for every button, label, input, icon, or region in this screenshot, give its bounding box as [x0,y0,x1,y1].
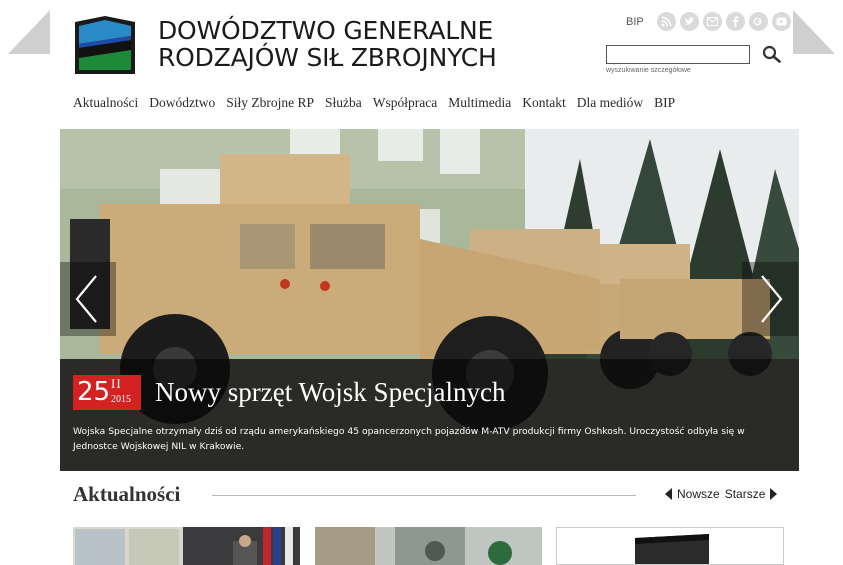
site-title[interactable]: DOWÓDZTWO GENERALNE RODZAJÓW SIŁ ZBROJNY… [158,17,497,71]
main-nav: Aktualności Dowództwo Siły Zbrojne RP Sł… [73,95,675,111]
slide-description: Wojska Specjalne otrzymały dziś od rządu… [73,426,745,452]
nav-item-bip[interactable]: BIP [654,95,675,111]
slide-date-month: II [111,376,122,391]
nav-item-dla-mediow[interactable]: Dla mediów [577,95,643,111]
slide-date-year: 2015 [111,394,131,405]
advanced-search-link[interactable]: wyszukiwanie szczegółowe [606,67,691,74]
nav-item-dowodztwo[interactable]: Dowództwo [149,95,215,111]
twitter-icon[interactable] [680,12,699,31]
google-plus-icon[interactable] [749,12,768,31]
search-input[interactable] [606,45,750,64]
slide-caption [60,359,799,471]
nav-item-aktualnosci[interactable]: Aktualności [73,95,138,111]
nav-item-sily-zbrojne-rp[interactable]: Siły Zbrojne RP [226,95,314,111]
slider-prev-arrow-icon[interactable] [60,262,116,336]
news-thumbnail-1[interactable] [73,527,300,565]
news-thumbnail-2[interactable] [315,527,542,565]
news-thumbnail-3[interactable] [556,527,784,565]
social-icons [657,12,791,31]
youtube-icon[interactable] [772,12,791,31]
nav-item-multimedia[interactable]: Multimedia [448,95,511,111]
next-page-arrow-icon[interactable] [793,10,835,54]
slide-date-badge: 25 II 2015 [73,375,141,410]
rss-icon[interactable] [657,12,676,31]
slide-date-day: 25 [77,377,111,407]
nav-item-kontakt[interactable]: Kontakt [522,95,566,111]
older-button[interactable]: Starsze [725,487,766,501]
site-logo[interactable] [73,14,137,76]
news-pager: Nowsze Starsze [665,487,778,501]
triangle-left-icon [665,488,672,500]
nav-item-sluzba[interactable]: Służba [325,95,362,111]
facebook-icon[interactable] [726,12,745,31]
search-icon[interactable] [761,44,783,66]
section-divider [212,495,636,496]
slide-title[interactable]: Nowy sprzęt Wojsk Specjalnych [155,377,506,408]
triangle-right-icon [770,488,778,500]
slider-next-arrow-icon[interactable] [742,262,798,336]
news-section-title: Aktualności [73,482,181,506]
site-title-line-1: DOWÓDZTWO GENERALNE [158,16,494,45]
newer-button[interactable]: Nowsze [677,487,720,501]
previous-page-arrow-icon[interactable] [8,10,50,54]
nav-item-wspolpraca[interactable]: Współpraca [373,95,437,111]
site-title-line-2: RODZAJÓW SIŁ ZBROJNYCH [158,43,497,72]
bip-header-link[interactable]: BIP [626,16,644,28]
email-icon[interactable] [703,12,722,31]
